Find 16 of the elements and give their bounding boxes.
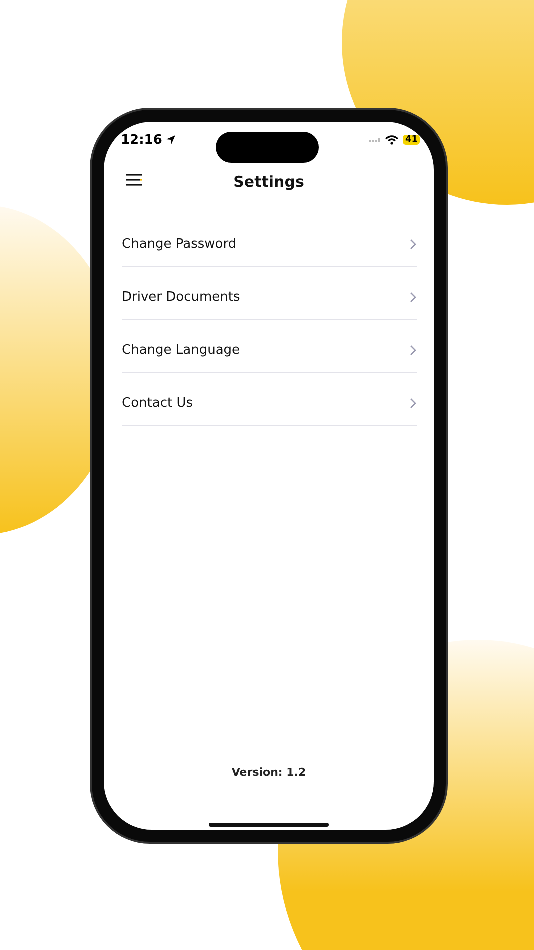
- location-arrow-icon: [166, 135, 176, 145]
- menu-icon: [126, 174, 144, 186]
- signal-icon: [369, 137, 382, 143]
- version-text: Version: 1.2: [230, 766, 308, 779]
- wifi-icon: [385, 135, 400, 145]
- settings-item[interactable]: Contact Us: [122, 373, 417, 426]
- battery-level: 41: [403, 135, 420, 145]
- chevron-right-icon: [410, 238, 417, 250]
- settings-item[interactable]: Driver Documents: [122, 267, 417, 320]
- chevron-right-icon: [410, 292, 417, 302]
- chevron-right-icon: [410, 398, 417, 408]
- page-title: Settings: [234, 173, 304, 191]
- settings-item[interactable]: Change Language: [122, 320, 417, 373]
- settings-item[interactable]: Change Password: [122, 214, 417, 267]
- status-time: 12:16: [121, 132, 162, 148]
- chevron-right-icon: [410, 344, 417, 356]
